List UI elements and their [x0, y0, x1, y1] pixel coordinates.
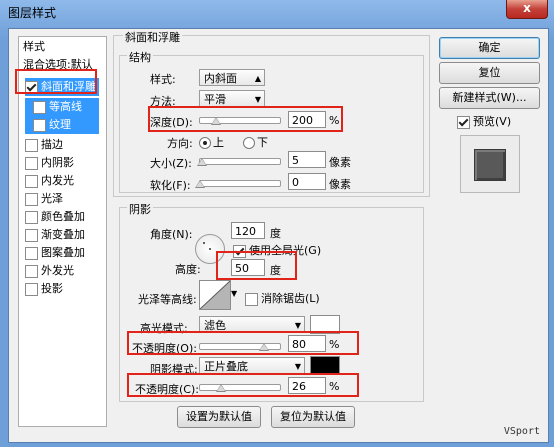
list-item-outer-glow[interactable]: 外发光 [25, 262, 74, 280]
list-item-label: 内发光 [41, 174, 74, 187]
checkbox-icon[interactable] [25, 192, 38, 206]
list-item-label: 图案叠加 [41, 246, 85, 259]
list-item-label: 描边 [41, 138, 63, 151]
list-item-color-overlay[interactable]: 颜色叠加 [25, 208, 85, 226]
angle-dial-handle [203, 242, 205, 244]
soften-slider[interactable] [195, 180, 281, 188]
soften-unit: 像素 [329, 178, 351, 191]
checkbox-icon[interactable] [33, 100, 46, 114]
preview-checkbox[interactable]: 预览(V) [457, 113, 511, 129]
highlight-box-highlight-opacity [127, 331, 359, 355]
list-item-label: 光泽 [41, 192, 63, 205]
contour-curve-icon [200, 281, 230, 309]
title-bar[interactable]: 图层样式 x [0, 0, 554, 22]
size-unit: 像素 [329, 156, 351, 169]
checkbox-icon[interactable] [25, 246, 38, 260]
soften-input[interactable]: 0 [288, 173, 326, 190]
style-label: 样式: [150, 73, 176, 86]
angle-input[interactable]: 120 [231, 222, 265, 239]
style-value: 内斜面 [204, 72, 237, 85]
antialias-label: 消除锯齿(L) [261, 292, 320, 305]
close-button[interactable]: x [506, 0, 548, 19]
new-style-button[interactable]: 新建样式(W)... [439, 87, 540, 109]
list-header-styles[interactable]: 样式 [23, 38, 45, 56]
style-preview-swatch [474, 149, 506, 181]
dialog-client: 样式 混合选项:默认 斜面和浮雕 等高线 纹理 描边 内阴影 内发光 光泽 颜色… [8, 28, 549, 443]
shadow-mode-value: 正片叠底 [204, 360, 248, 373]
direction-up-label: 上 [213, 136, 224, 149]
shading-group-title: 阴影 [127, 201, 153, 217]
soften-label: 软化(F): [150, 179, 191, 192]
list-item-inner-shadow[interactable]: 内阴影 [25, 154, 74, 172]
angle-unit: 度 [270, 227, 281, 240]
highlight-box-bevel-item [15, 69, 97, 94]
ok-button[interactable]: 确定 [439, 37, 540, 59]
checkbox-icon[interactable] [457, 115, 470, 129]
reset-button[interactable]: 复位 [439, 62, 540, 84]
list-item-label: 外发光 [41, 264, 74, 277]
checkbox-icon[interactable] [245, 292, 258, 306]
structure-group-title: 结构 [127, 49, 153, 65]
contour-dropdown-arrow-icon[interactable]: ▼ [231, 289, 237, 298]
reset-default-button[interactable]: 复位为默认值 [271, 406, 355, 428]
watermark-text: VSport [503, 426, 540, 437]
list-item-drop-shadow[interactable]: 投影 [25, 280, 63, 298]
window-title: 图层样式 [8, 6, 57, 20]
list-item-label: 投影 [41, 282, 63, 295]
shadow-mode-select[interactable]: 正片叠底 ▼ [199, 357, 305, 374]
list-item-pattern-overlay[interactable]: 图案叠加 [25, 244, 85, 262]
style-preview-box [460, 135, 520, 193]
list-item-label: 等高线 [49, 100, 82, 113]
checkbox-icon[interactable] [25, 138, 38, 152]
radio-icon[interactable] [199, 137, 211, 149]
direction-down-label: 下 [257, 136, 268, 149]
checkbox-icon[interactable] [25, 228, 38, 242]
bevel-group-title: 斜面和浮雕 [123, 29, 182, 45]
size-input[interactable]: 5 [288, 151, 326, 168]
checkbox-icon[interactable] [33, 118, 46, 132]
list-item-stroke[interactable]: 描边 [25, 136, 63, 154]
altitude-label: 高度: [175, 263, 201, 276]
antialias-checkbox[interactable]: 消除锯齿(L) [245, 290, 320, 306]
list-item-label: 纹理 [49, 118, 71, 131]
checkbox-icon[interactable] [25, 264, 38, 278]
technique-value: 平滑 [204, 93, 226, 106]
checkbox-icon[interactable] [25, 282, 38, 296]
style-select[interactable]: 内斜面 ▲ [199, 69, 265, 86]
angle-label: 角度(N): [150, 228, 193, 241]
size-label: 大小(Z): [150, 157, 192, 170]
list-item-contour[interactable]: 等高线 [25, 98, 99, 116]
gloss-contour-preview[interactable] [199, 280, 231, 310]
size-slider[interactable] [196, 158, 281, 166]
dialog-window: 图层样式 x 样式 混合选项:默认 斜面和浮雕 等高线 纹理 描边 内阴影 内发… [0, 0, 554, 447]
highlight-box-shadow-opacity [127, 373, 359, 397]
list-item-texture[interactable]: 纹理 [25, 116, 99, 134]
list-item-label: 渐变叠加 [41, 228, 85, 241]
highlight-box-altitude [216, 251, 297, 280]
list-item-inner-glow[interactable]: 内发光 [25, 172, 74, 190]
set-default-button[interactable]: 设置为默认值 [177, 406, 261, 428]
direction-up-radio[interactable]: 上 [199, 134, 224, 150]
technique-select[interactable]: 平滑 ▼ [199, 90, 265, 107]
checkbox-icon[interactable] [25, 210, 38, 224]
radio-icon[interactable] [243, 137, 255, 149]
gloss-contour-label: 光泽等高线: [138, 293, 197, 306]
list-item-label: 颜色叠加 [41, 210, 85, 223]
direction-label: 方向: [167, 137, 193, 150]
list-item-satin[interactable]: 光泽 [25, 190, 63, 208]
size-slider-thumb[interactable] [196, 158, 207, 166]
angle-dial-center [209, 248, 211, 250]
preview-label: 预览(V) [473, 115, 512, 128]
highlight-box-depth [148, 106, 343, 132]
updown-arrow-icon: ▲ [254, 74, 261, 83]
direction-down-radio[interactable]: 下 [243, 134, 268, 150]
styles-list: 样式 混合选项:默认 斜面和浮雕 等高线 纹理 描边 内阴影 内发光 光泽 颜色… [18, 36, 107, 427]
soften-slider-thumb[interactable] [195, 180, 205, 188]
list-item-label: 内阴影 [41, 156, 74, 169]
checkbox-icon[interactable] [25, 174, 38, 188]
list-item-gradient-overlay[interactable]: 渐变叠加 [25, 226, 85, 244]
checkbox-icon[interactable] [25, 156, 38, 170]
